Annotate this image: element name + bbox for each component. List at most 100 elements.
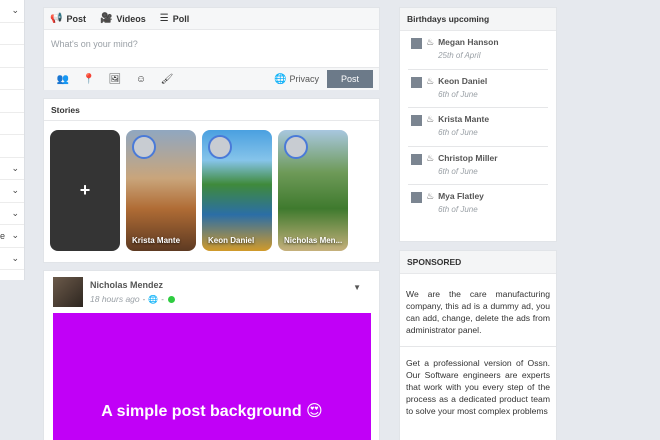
chevron-down-icon: ⌄: [11, 162, 19, 173]
birthday-name[interactable]: Christop Miller: [438, 153, 498, 163]
cake-icon: ♨: [426, 191, 435, 201]
birthday-name[interactable]: Mya Flatley: [438, 191, 484, 201]
composer-tabs: 📢 Post 🎥 Videos ☰ Poll: [44, 8, 379, 30]
status-input[interactable]: What's on your mind?: [44, 30, 379, 68]
sponsored-body: We are the care manufacturing company, t…: [400, 274, 556, 417]
sidebar-item[interactable]: ⌄: [0, 248, 24, 270]
sidebar-item[interactable]: [0, 23, 24, 45]
birthday-list: ♨ Megan Hanson 25th of April ♨ Keon Daniel 6t…: [400, 31, 556, 224]
brush-icon[interactable]: 🖌: [154, 74, 180, 85]
divider: [400, 346, 556, 347]
birthday-date: 6th of June: [438, 166, 478, 176]
birthday-text: Keon Daniel 6th of June: [438, 76, 487, 108]
globe-icon: 🌐: [274, 73, 287, 85]
chevron-down-icon: ⌄: [11, 230, 19, 241]
story-item[interactable]: Nicholas Men...: [278, 130, 348, 251]
tab-post[interactable]: 📢 Post: [50, 13, 86, 24]
sidebar-item[interactable]: ⌄: [0, 180, 24, 203]
tab-videos[interactable]: 🎥 Videos: [100, 13, 146, 24]
birthday-item[interactable]: ♨ Mya Flatley 6th of June: [408, 185, 548, 224]
birthday-text: Mya Flatley 6th of June: [438, 191, 484, 224]
birthday-text: Megan Hanson 25th of April: [438, 37, 498, 69]
privacy-button[interactable]: 🌐 Privacy: [274, 74, 319, 85]
post-background: A simple post background 😍: [53, 313, 371, 440]
post-time: 18 hours ago - 🌐 -: [90, 294, 175, 304]
story-item[interactable]: Keon Daniel: [202, 130, 272, 251]
video-icon: 🎥: [99, 13, 113, 24]
birthday-item[interactable]: ♨ Christop Miller 6th of June: [408, 147, 548, 185]
story-avatar: [132, 135, 156, 159]
emoji-icon[interactable]: ☺: [128, 74, 154, 85]
sidebar-item[interactable]: [0, 90, 24, 113]
birthday-date: 6th of June: [438, 89, 478, 99]
avatar: [411, 153, 422, 165]
location-icon[interactable]: 📍: [76, 74, 102, 85]
globe-icon: 🌐: [148, 294, 159, 304]
sidebar-item[interactable]: ⌄: [0, 203, 24, 225]
composer-toolbar: 👥 📍 🖼 ☺ 🖌 🌐 Privacy Post: [44, 68, 379, 90]
chevron-down-icon: ⌄: [11, 252, 19, 263]
birthday-name[interactable]: Megan Hanson: [438, 37, 498, 47]
avatar: [411, 115, 422, 126]
birthday-date: 6th of June: [438, 128, 478, 137]
sidebar-item[interactable]: [0, 45, 24, 68]
story-row: + Krista Mante Keon Daniel Nicholas Men.…: [50, 130, 354, 251]
birthday-name[interactable]: Krista Mante: [438, 114, 489, 124]
avatar: [411, 192, 422, 203]
sidebar-item[interactable]: [0, 68, 24, 90]
post-background-text: A simple post background 😍: [101, 403, 323, 420]
sidebar-item[interactable]: [0, 113, 24, 135]
online-status-icon: [167, 295, 175, 303]
list-icon: ☰: [159, 13, 169, 24]
sidebar-item[interactable]: e ⌄: [0, 225, 24, 248]
birthday-text: Krista Mante 6th of June: [438, 114, 489, 146]
image-icon[interactable]: 🖼: [102, 74, 128, 85]
birthday-item[interactable]: ♨ Krista Mante 6th of June: [408, 108, 548, 147]
sidebar-item[interactable]: [0, 135, 24, 158]
tab-poll[interactable]: ☰ Poll: [160, 13, 189, 24]
story-name: Krista Mante: [132, 236, 181, 245]
post-meta: Nicholas Mendez 18 hours ago - 🌐 -: [90, 277, 175, 304]
birthday-name[interactable]: Keon Daniel: [438, 76, 487, 86]
separator-text: -: [142, 294, 146, 304]
sponsored-title: SPONSORED: [400, 251, 556, 274]
birthday-item[interactable]: ♨ Megan Hanson 25th of April: [408, 31, 548, 70]
post-header: Nicholas Mendez 18 hours ago - 🌐 - ▼: [44, 271, 379, 311]
megaphone-icon: 📢: [50, 13, 63, 24]
story-item[interactable]: Krista Mante: [126, 130, 196, 251]
sidebar-item-label: e: [0, 230, 6, 241]
post-button[interactable]: Post: [326, 70, 373, 88]
post-composer: 📢 Post 🎥 Videos ☰ Poll What's on your mi…: [43, 7, 380, 90]
post-time-text: 18 hours ago: [90, 294, 140, 304]
birthday-text: Christop Miller 6th of June: [438, 153, 498, 185]
privacy-label: Privacy: [289, 74, 319, 84]
sidebar-item[interactable]: ⌄: [0, 0, 24, 23]
birthdays-title: Birthdays upcoming: [400, 8, 556, 31]
story-avatar: [284, 135, 308, 159]
cake-icon: ♨: [426, 75, 435, 86]
cake-icon: ♨: [426, 114, 435, 124]
left-sidebar: ⌄ ⌄ ⌄ ⌄ e ⌄ ⌄: [0, 0, 25, 280]
story-name: Keon Daniel: [208, 236, 255, 245]
sponsored-card: SPONSORED We are the care manufacturing …: [399, 250, 557, 440]
story-avatar: [208, 135, 232, 159]
story-name: Nicholas Men...: [284, 236, 343, 245]
birthdays-card: Birthdays upcoming ♨ Megan Hanson 25th of …: [399, 7, 557, 242]
sponsored-paragraph: Get a professional version of Ossn. Our …: [406, 358, 550, 416]
chevron-down-icon[interactable]: ▼: [353, 283, 361, 292]
cake-icon: ♨: [426, 152, 435, 163]
tab-label: Poll: [172, 13, 190, 24]
post-author[interactable]: Nicholas Mendez: [90, 280, 175, 290]
chevron-down-icon: ⌄: [11, 5, 19, 16]
avatar[interactable]: [53, 277, 83, 307]
sidebar-item[interactable]: ⌄: [0, 158, 24, 180]
add-story-button[interactable]: +: [50, 130, 120, 251]
sponsored-paragraph: We are the care manufacturing company, t…: [406, 289, 550, 335]
chevron-down-icon: ⌄: [11, 207, 19, 218]
separator-text: -: [161, 294, 164, 304]
post-card: Nicholas Mendez 18 hours ago - 🌐 - ▼ A s…: [43, 270, 380, 440]
birthday-item[interactable]: ♨ Keon Daniel 6th of June: [408, 70, 548, 108]
stories-title: Stories: [44, 99, 379, 121]
friends-icon[interactable]: 👥: [50, 74, 76, 85]
birthday-date: 25th of April: [438, 51, 481, 60]
